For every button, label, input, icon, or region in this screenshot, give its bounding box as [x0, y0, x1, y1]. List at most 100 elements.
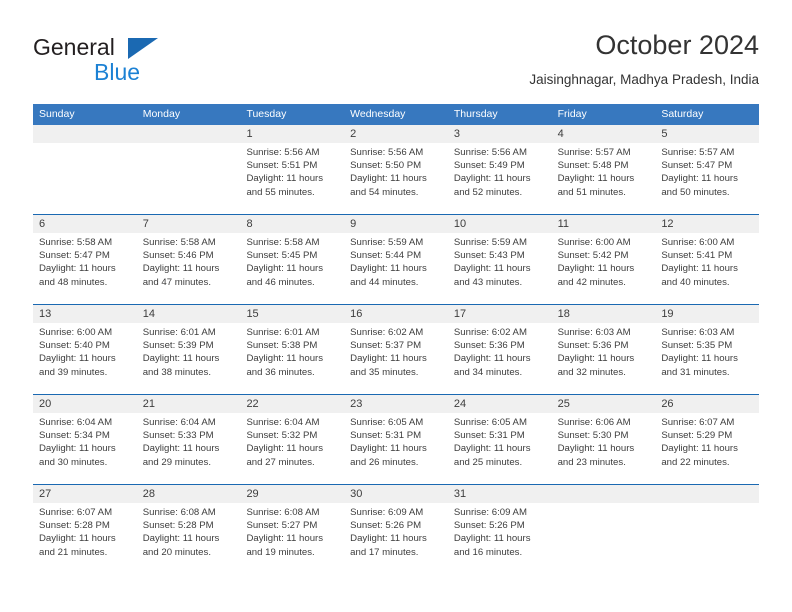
day-cell-12[interactable]: Sunrise: 6:00 AM Sunset: 5:41 PM Daylight:… [655, 233, 759, 304]
day-cell-11[interactable]: Sunrise: 6:00 AM Sunset: 5:42 PM Daylight:… [552, 233, 656, 304]
sunrise-text: Sunrise: 6:09 AM [453, 507, 527, 518]
day-cell-13[interactable]: Sunrise: 6:00 AM Sunset: 5:40 PM Daylight:… [33, 323, 137, 394]
logo-text-blue: Blue [94, 59, 141, 85]
day-cell-5[interactable]: Sunrise: 5:57 AM Sunset: 5:47 PM Daylight:… [655, 143, 759, 214]
day-number-6[interactable]: 6 [33, 215, 137, 233]
day-number-4[interactable]: 4 [552, 125, 656, 143]
day-number-15[interactable]: 15 [240, 305, 344, 323]
sunrise-text: Sunrise: 5:59 AM [350, 237, 424, 248]
day-cell-8[interactable]: Sunrise: 5:58 AM Sunset: 5:45 PM Daylight:… [240, 233, 344, 304]
day-number-17[interactable]: 17 [448, 305, 552, 323]
day-number-29[interactable]: 29 [240, 485, 344, 503]
day-number-1[interactable]: 1 [240, 125, 344, 143]
sunset-text: Sunset: 5:40 PM [39, 340, 110, 352]
sunset-text: Sunset: 5:49 PM [453, 160, 525, 172]
day-cell-1[interactable]: Sunrise: 5:56 AM Sunset: 5:51 PM Daylight:… [240, 143, 344, 214]
daylight-text-line1: Daylight: 11 hours [142, 443, 220, 455]
day-number-3[interactable]: 3 [448, 125, 552, 143]
daylight-text-line2: and 27 minutes. [246, 456, 315, 468]
day-cell-6[interactable]: Sunrise: 5:58 AM Sunset: 5:47 PM Daylight:… [33, 233, 137, 304]
triangle-icon [128, 38, 158, 59]
daylight-text-line1: Daylight: 11 hours [246, 173, 324, 185]
sunrise-text: Sunrise: 5:57 AM [557, 147, 631, 158]
day-cell-15[interactable]: Sunrise: 6:01 AM Sunset: 5:38 PM Daylight:… [240, 323, 344, 394]
day-number-10[interactable]: 10 [448, 215, 552, 233]
day-cell-19[interactable]: Sunrise: 6:03 AM Sunset: 5:35 PM Daylight:… [655, 323, 759, 394]
day-number-22[interactable]: 22 [240, 395, 344, 413]
day-cell-17[interactable]: Sunrise: 6:02 AM Sunset: 5:36 PM Daylight:… [448, 323, 552, 394]
daylight-text-line1: Daylight: 11 hours [453, 443, 531, 455]
day-number-13[interactable]: 13 [33, 305, 137, 323]
day-number-18[interactable]: 18 [552, 305, 656, 323]
daylight-text-line2: and 48 minutes. [39, 276, 108, 288]
day-number-14[interactable]: 14 [137, 305, 241, 323]
day-cell-24[interactable]: Sunrise: 6:05 AM Sunset: 5:31 PM Daylight:… [448, 413, 552, 484]
day-cell-28[interactable]: Sunrise: 6:08 AM Sunset: 5:28 PM Daylight:… [137, 503, 241, 574]
day-number-23[interactable]: 23 [344, 395, 448, 413]
day-number-5[interactable]: 5 [655, 125, 759, 143]
day-number-9[interactable]: 9 [344, 215, 448, 233]
day-number-25[interactable]: 25 [552, 395, 656, 413]
day-number-31[interactable]: 31 [448, 485, 552, 503]
daylight-text-line1: Daylight: 11 hours [246, 443, 324, 455]
day-cell-31[interactable]: Sunrise: 6:09 AM Sunset: 5:26 PM Daylight:… [448, 503, 552, 574]
sunrise-text: Sunrise: 5:58 AM [39, 237, 113, 248]
daylight-text-line2: and 47 minutes. [142, 276, 211, 288]
day-cell-4[interactable]: Sunrise: 5:57 AM Sunset: 5:48 PM Daylight:… [552, 143, 656, 214]
day-cell-27[interactable]: Sunrise: 6:07 AM Sunset: 5:28 PM Daylight:… [33, 503, 137, 574]
day-cell-2[interactable]: Sunrise: 5:56 AM Sunset: 5:50 PM Daylight:… [344, 143, 448, 214]
day-number-16[interactable]: 16 [344, 305, 448, 323]
calendar-week-row: 27 28 29 30 31 Sunrise: 6:07 AM Sunset: 5:28 P… [33, 484, 759, 574]
day-number-27[interactable]: 27 [33, 485, 137, 503]
day-number-21[interactable]: 21 [137, 395, 241, 413]
daylight-text-line1: Daylight: 11 hours [39, 533, 116, 545]
day-number-30[interactable]: 30 [344, 485, 448, 503]
day-number-28[interactable]: 28 [137, 485, 241, 503]
day-cell-3[interactable]: Sunrise: 5:56 AM Sunset: 5:49 PM Daylight:… [448, 143, 552, 214]
day-number-19[interactable]: 19 [655, 305, 759, 323]
sunset-text: Sunset: 5:45 PM [246, 250, 318, 262]
day-cell-18[interactable]: Sunrise: 6:03 AM Sunset: 5:36 PM Daylight:… [552, 323, 656, 394]
sunset-text: Sunset: 5:43 PM [453, 250, 525, 262]
daylight-text-line1: Daylight: 11 hours [661, 263, 738, 275]
day-cell-26[interactable]: Sunrise: 6:07 AM Sunset: 5:29 PM Daylight:… [655, 413, 759, 484]
daylight-text-line2: and 43 minutes. [453, 276, 523, 288]
daylight-text-line1: Daylight: 11 hours [350, 353, 427, 365]
daylight-text-line1: Daylight: 11 hours [246, 353, 324, 365]
day-cell-16[interactable]: Sunrise: 6:02 AM Sunset: 5:37 PM Daylight:… [344, 323, 448, 394]
sunset-text: Sunset: 5:29 PM [661, 430, 733, 442]
daylight-text-line1: Daylight: 11 hours [350, 443, 427, 455]
day-number-20[interactable]: 20 [33, 395, 137, 413]
calendar-page: General Blue October 2024 Jaisinghnagar,… [0, 0, 792, 612]
day-cell-29[interactable]: Sunrise: 6:08 AM Sunset: 5:27 PM Daylight:… [240, 503, 344, 574]
day-number-7[interactable]: 7 [137, 215, 241, 233]
day-cell-25[interactable]: Sunrise: 6:06 AM Sunset: 5:30 PM Daylight:… [552, 413, 656, 484]
daylight-text-line1: Daylight: 11 hours [246, 533, 324, 545]
day-number-11[interactable]: 11 [552, 215, 656, 233]
sunset-text: Sunset: 5:35 PM [661, 340, 733, 352]
day-number-26[interactable]: 26 [655, 395, 759, 413]
day-cell-22[interactable]: Sunrise: 6:04 AM Sunset: 5:32 PM Daylight:… [240, 413, 344, 484]
generalblue-logo[interactable]: General Blue [33, 34, 233, 92]
day-number-band: 20 21 22 23 24 25 26 [33, 395, 759, 413]
day-number-24[interactable]: 24 [448, 395, 552, 413]
day-cell-30[interactable]: Sunrise: 6:09 AM Sunset: 5:26 PM Daylight:… [344, 503, 448, 574]
day-cell-20[interactable]: Sunrise: 6:04 AM Sunset: 5:34 PM Daylight:… [33, 413, 137, 484]
sunrise-text: Sunrise: 6:02 AM [453, 327, 527, 338]
day-cell-10[interactable]: Sunrise: 5:59 AM Sunset: 5:43 PM Daylight:… [448, 233, 552, 304]
sunrise-text: Sunrise: 6:01 AM [142, 327, 216, 338]
day-number-8[interactable]: 8 [240, 215, 344, 233]
day-cell-14[interactable]: Sunrise: 6:01 AM Sunset: 5:39 PM Daylight:… [137, 323, 241, 394]
calendar-week-row: 13 14 15 16 17 18 19 Sunrise: 6:00 AM Sunset: 5:… [33, 304, 759, 394]
day-cell-23[interactable]: Sunrise: 6:05 AM Sunset: 5:31 PM Daylight:… [344, 413, 448, 484]
day-cell-21[interactable]: Sunrise: 6:04 AM Sunset: 5:33 PM Daylight:… [137, 413, 241, 484]
sunrise-text: Sunrise: 5:56 AM [350, 147, 424, 158]
weekday-header-saturday: Saturday [661, 108, 704, 120]
daylight-text-line2: and 55 minutes. [246, 186, 315, 198]
day-number-2[interactable]: 2 [344, 125, 448, 143]
day-cell-7[interactable]: Sunrise: 5:58 AM Sunset: 5:46 PM Daylight:… [137, 233, 241, 304]
day-cell-empty [33, 143, 137, 214]
daylight-text-line1: Daylight: 11 hours [661, 443, 738, 455]
day-number-12[interactable]: 12 [655, 215, 759, 233]
day-cell-9[interactable]: Sunrise: 5:59 AM Sunset: 5:44 PM Daylight:… [344, 233, 448, 304]
